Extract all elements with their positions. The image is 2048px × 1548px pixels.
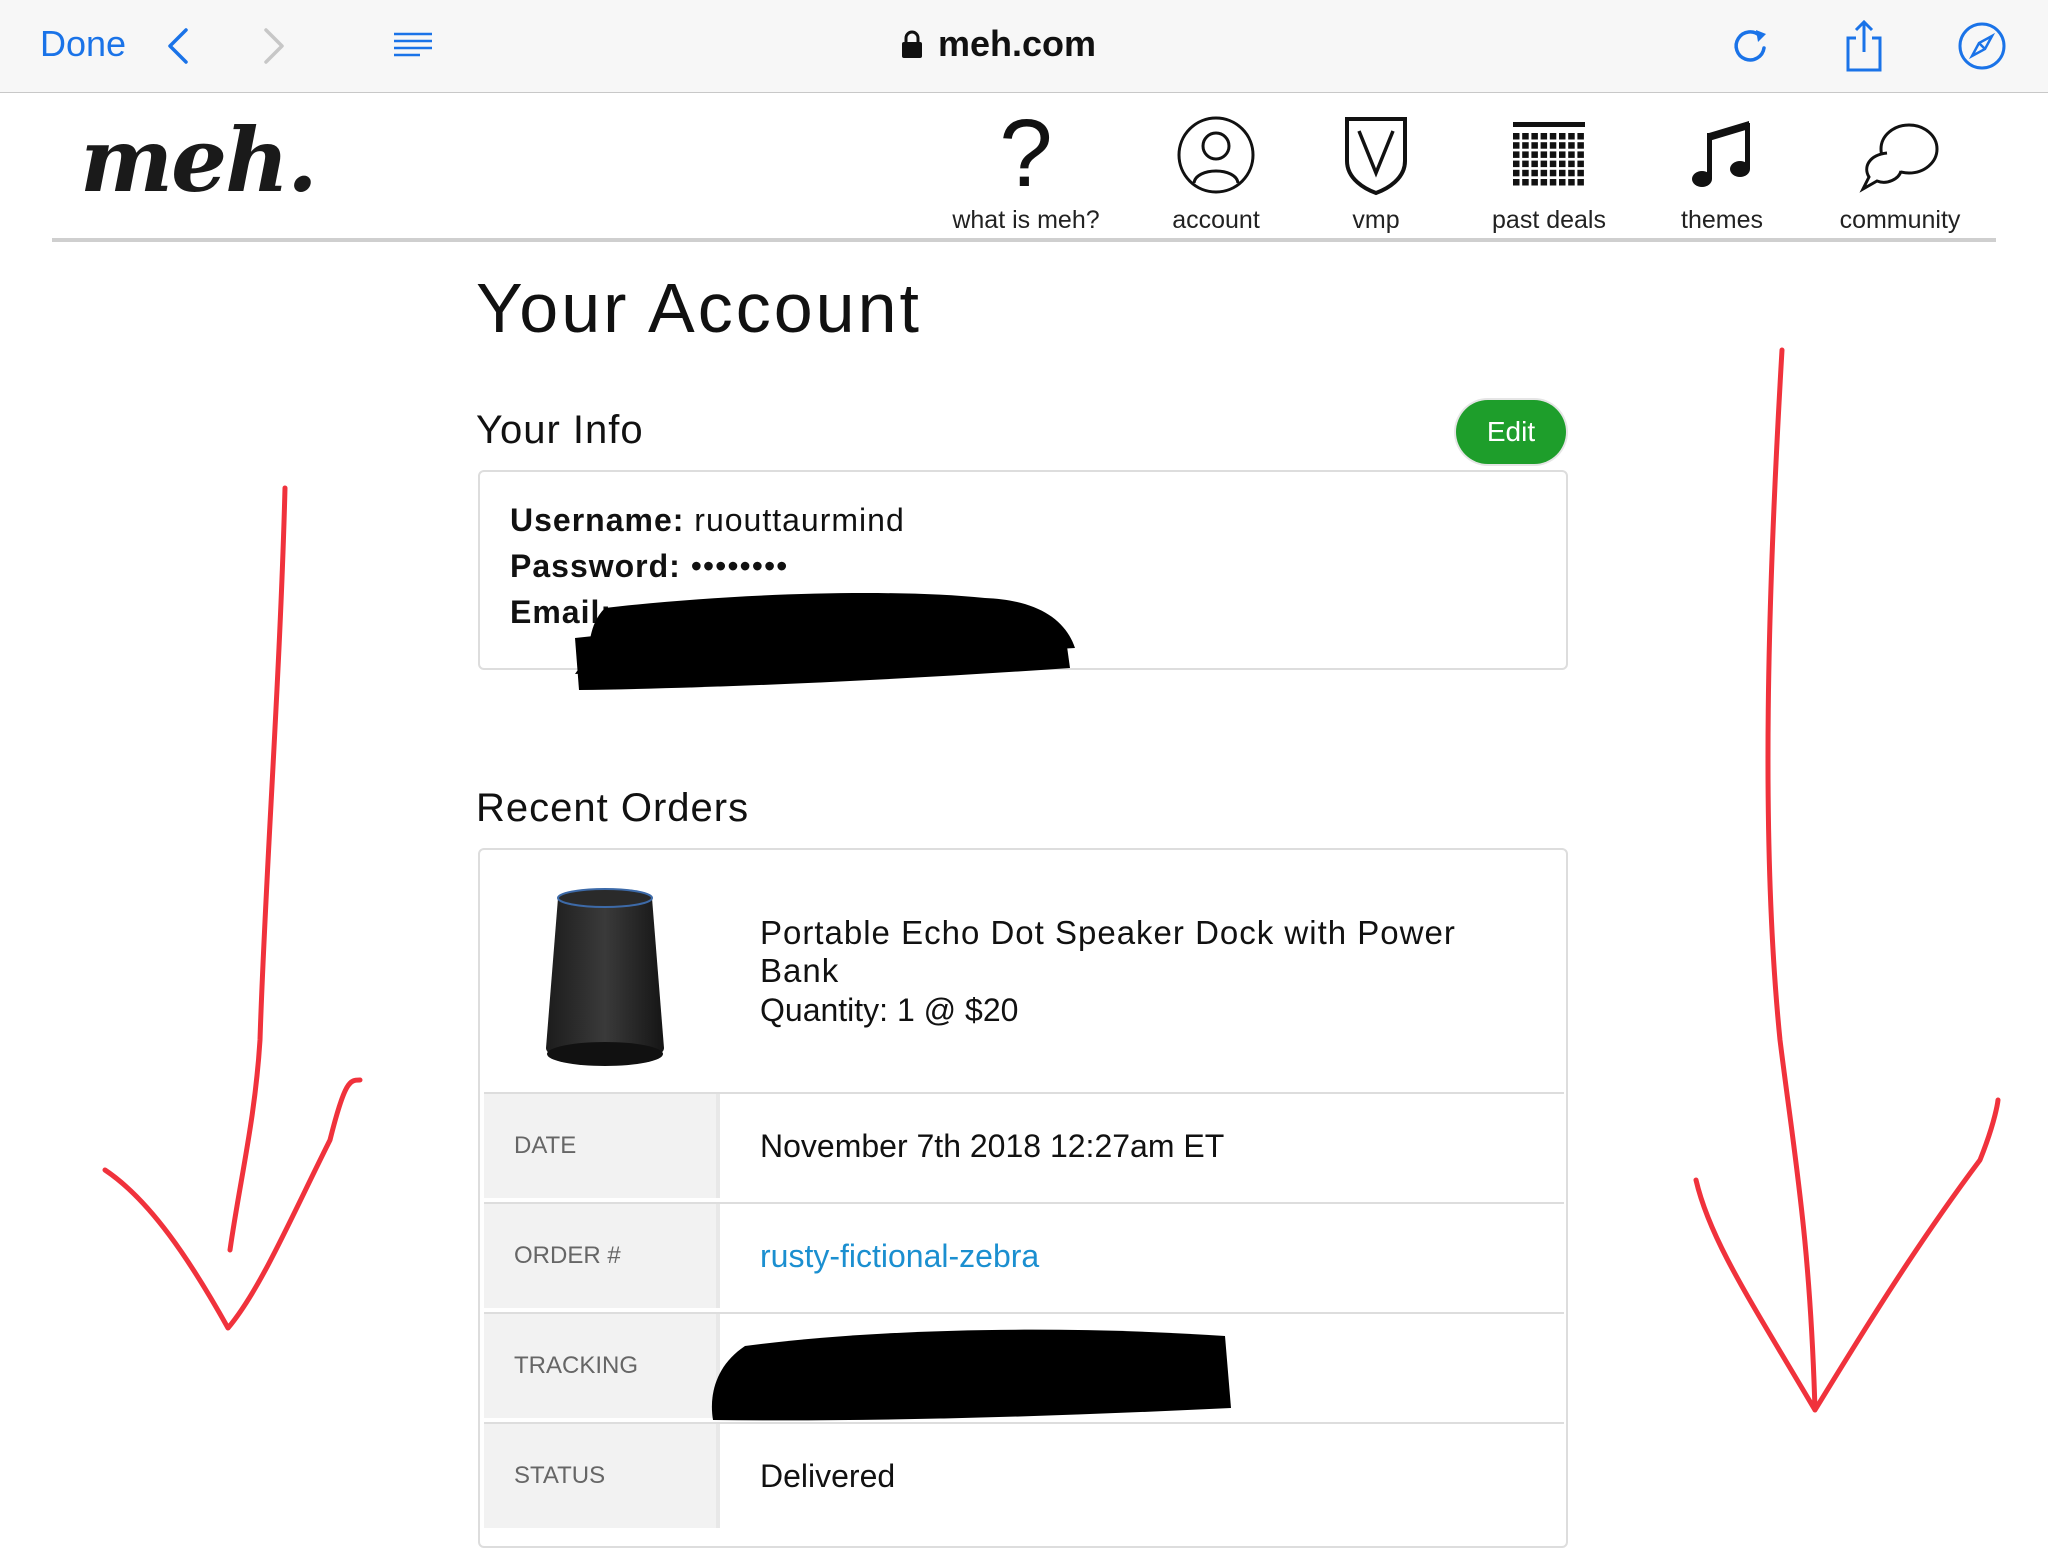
- edit-button[interactable]: Edit: [1456, 400, 1566, 464]
- site-nav: ? what is meh? account vmp past deals th…: [0, 110, 2048, 240]
- product-image: [540, 878, 670, 1078]
- username-label: Username:: [510, 502, 685, 538]
- reload-icon: [1734, 30, 1766, 62]
- order-number-link[interactable]: rusty-fictional-zebra: [760, 1204, 1039, 1308]
- chat-bubbles-icon: [1855, 110, 1945, 200]
- question-icon: ?: [981, 110, 1071, 200]
- address-bar[interactable]: meh.com: [900, 20, 1240, 68]
- nav-what-is-meh[interactable]: ? what is meh?: [950, 110, 1102, 235]
- status-value: Delivered: [760, 1457, 896, 1494]
- nav-vmp[interactable]: vmp: [1330, 110, 1422, 235]
- your-info-heading: Your Info: [476, 408, 644, 452]
- order-row-date: DATE November 7th 2018 12:27am ET: [484, 1092, 1564, 1198]
- reload-button[interactable]: [1722, 18, 1778, 74]
- redaction-scribble: [711, 1329, 1231, 1421]
- done-button[interactable]: Done: [40, 22, 126, 66]
- password-row: Password: ••••••••: [510, 548, 788, 585]
- reader-button[interactable]: [390, 26, 436, 66]
- row-label: ORDER #: [484, 1204, 720, 1308]
- safari-button[interactable]: [1954, 18, 2010, 74]
- compass-icon: [1958, 22, 2006, 70]
- username-value: ruouttaurmind: [694, 502, 905, 538]
- row-label: TRACKING: [484, 1314, 720, 1418]
- nav-past-deals[interactable]: past deals: [1484, 110, 1614, 235]
- nav-label: vmp: [1352, 206, 1400, 234]
- left-down-arrow-annotation: [102, 485, 363, 1331]
- nav-community[interactable]: community: [1832, 110, 1968, 235]
- forward-button[interactable]: [252, 26, 292, 66]
- page-title: Your Account: [476, 269, 922, 347]
- account-icon: [1171, 110, 1261, 200]
- product-quantity: Quantity: 1 @ $20: [760, 992, 1019, 1028]
- order-row-status: STATUS Delivered: [484, 1422, 1564, 1528]
- svg-text:?: ?: [999, 110, 1052, 200]
- redaction-scribble: [575, 593, 1075, 690]
- username-row: Username: ruouttaurmind: [510, 502, 905, 539]
- row-label: STATUS: [484, 1424, 720, 1528]
- row-label: DATE: [484, 1094, 720, 1198]
- nav-label: community: [1839, 206, 1961, 234]
- share-icon: [1846, 19, 1882, 72]
- password-value: ••••••••: [690, 548, 789, 584]
- right-down-arrow-annotation: [1693, 347, 2001, 1413]
- nav-label: themes: [1681, 206, 1763, 234]
- chevron-left-icon: [168, 28, 188, 64]
- order-card: Portable Echo Dot Speaker Dock with Powe…: [478, 848, 1568, 1548]
- calendar-grid-icon: [1504, 110, 1594, 200]
- nav-label: what is meh?: [952, 206, 1100, 234]
- vmp-shield-icon: [1331, 110, 1421, 200]
- product-title[interactable]: Portable Echo Dot Speaker Dock with Powe…: [760, 914, 1540, 990]
- nav-account[interactable]: account: [1162, 110, 1270, 235]
- order-row-number: ORDER # rusty-fictional-zebra: [484, 1202, 1564, 1308]
- nav-label: past deals: [1492, 206, 1606, 234]
- nav-themes[interactable]: themes: [1674, 110, 1770, 235]
- lock-icon: [902, 30, 922, 58]
- reader-lines-icon: [394, 32, 432, 57]
- share-button[interactable]: [1836, 18, 1892, 74]
- url-text: meh.com: [938, 23, 1097, 64]
- order-date-value: November 7th 2018 12:27am ET: [760, 1127, 1225, 1164]
- chevron-right-icon: [264, 28, 284, 64]
- header-divider: [52, 238, 1996, 242]
- password-label: Password:: [510, 548, 681, 584]
- back-button[interactable]: [160, 26, 200, 66]
- recent-orders-heading: Recent Orders: [476, 786, 750, 830]
- nav-label: account: [1172, 206, 1260, 234]
- browser-toolbar: Done meh.com: [0, 0, 2048, 93]
- music-note-icon: [1677, 110, 1767, 200]
